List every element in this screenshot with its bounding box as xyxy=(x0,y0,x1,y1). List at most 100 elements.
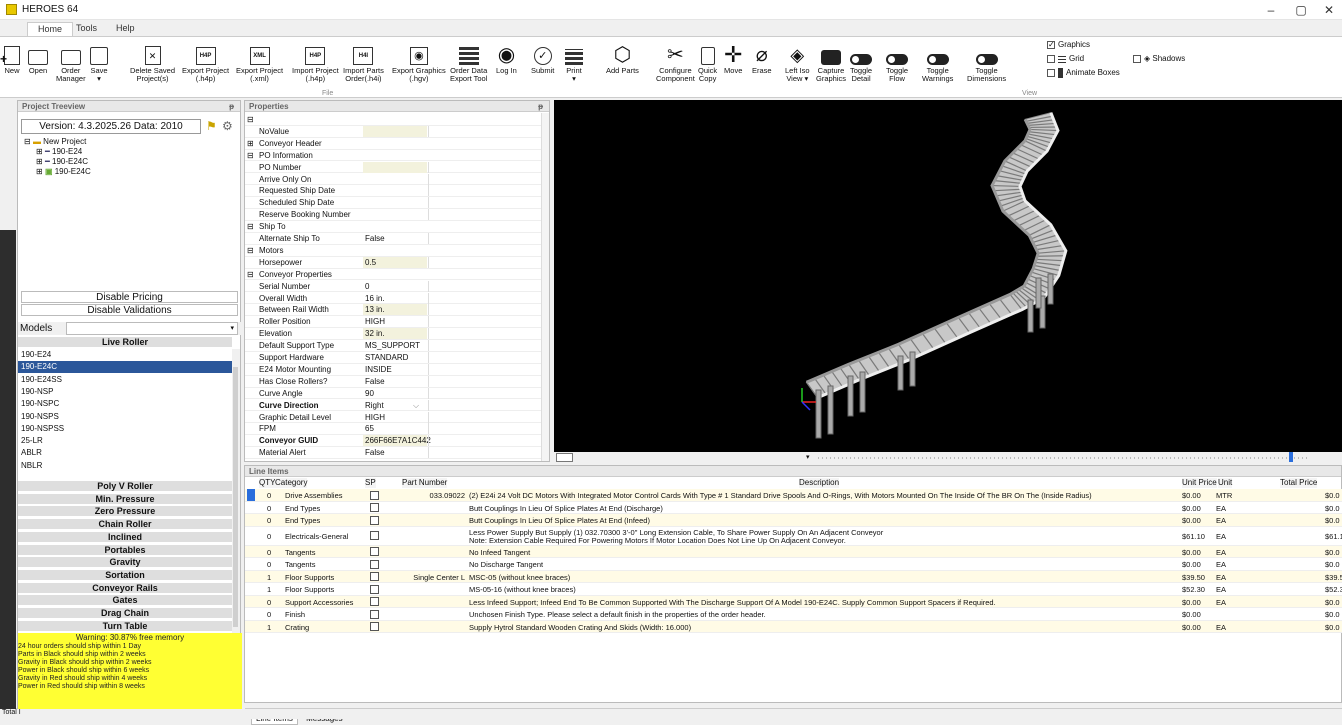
order-data-button[interactable]: Order Data Export Tool xyxy=(450,39,487,91)
property-value[interactable]: 0 xyxy=(363,281,427,292)
models-select[interactable]: ▾ xyxy=(66,322,238,335)
property-row[interactable]: Scheduled Ship Date xyxy=(245,197,541,209)
property-value[interactable] xyxy=(363,162,427,173)
tree-node[interactable]: ⊞ ▣ 190-E24C xyxy=(36,167,91,177)
pin-icon[interactable]: ᵽ xyxy=(229,101,234,112)
property-row[interactable]: ⊟Conveyor Properties xyxy=(245,269,541,281)
flag-icon[interactable]: ⚑ xyxy=(206,119,217,133)
property-row[interactable]: Support HardwareSTANDARD xyxy=(245,352,541,364)
property-value[interactable]: STANDARD xyxy=(363,352,427,363)
sp-checkbox[interactable] xyxy=(370,531,379,540)
property-row[interactable]: Material AlertFalse xyxy=(245,447,541,459)
property-value[interactable]: False xyxy=(363,376,427,387)
model-item[interactable]: 190-NSPS xyxy=(18,411,232,423)
property-value[interactable]: HIGH xyxy=(363,316,427,327)
line-item-row[interactable]: 0Electricals-GeneralLess Power Supply Bu… xyxy=(245,527,1342,546)
graphics-viewport[interactable] xyxy=(554,100,1342,452)
col-part-number[interactable]: Part Number xyxy=(402,478,447,488)
property-row[interactable]: Arrive Only On xyxy=(245,174,541,186)
property-value[interactable]: MS_SUPPORT xyxy=(363,340,427,351)
row-selector[interactable] xyxy=(247,489,255,501)
new-button[interactable]: +New xyxy=(4,39,20,91)
model-category[interactable]: Gravity xyxy=(18,557,232,568)
disable-pricing-button[interactable]: Disable Pricing xyxy=(21,291,238,303)
property-row[interactable]: FPM65 xyxy=(245,423,541,435)
property-value[interactable]: False xyxy=(363,233,427,244)
col-sp[interactable]: SP xyxy=(365,478,376,488)
col-total-price[interactable]: Total Price xyxy=(1280,478,1317,488)
property-value[interactable] xyxy=(363,126,427,137)
sp-checkbox[interactable] xyxy=(370,491,379,500)
settings-icon[interactable]: ⚙ xyxy=(222,119,233,133)
property-value[interactable] xyxy=(363,197,427,208)
capture-button[interactable]: Capture Graphics xyxy=(816,39,846,91)
shadows-checkbox[interactable]: ◈ Shadows xyxy=(1133,54,1185,63)
add-parts-button[interactable]: ⬡Add Parts xyxy=(606,39,639,91)
maximize-button[interactable]: ▢ xyxy=(1290,1,1312,19)
model-item[interactable]: 190-E24SS xyxy=(18,374,232,386)
grid-checkbox[interactable]: Grid xyxy=(1047,54,1084,63)
model-category[interactable]: Turn Table xyxy=(18,621,232,632)
model-item[interactable]: 190-NSPC xyxy=(18,398,232,410)
property-value[interactable]: 16 in. xyxy=(363,293,427,304)
property-row[interactable]: Graphic Detail LevelHIGH xyxy=(245,412,541,424)
configure-button[interactable]: ✂Configure Component xyxy=(656,39,695,91)
tree-node[interactable]: ⊞ ━ 190-E24C xyxy=(36,157,88,167)
chevron-down-icon[interactable]: ▾ xyxy=(806,453,810,461)
sp-checkbox[interactable] xyxy=(370,516,379,525)
property-row[interactable]: NoValue xyxy=(245,126,541,138)
property-row[interactable]: Requested Ship Date xyxy=(245,185,541,197)
property-row[interactable]: ⊟Ship To xyxy=(245,221,541,233)
property-value[interactable]: HIGH xyxy=(363,412,427,423)
model-category[interactable]: Conveyor Rails xyxy=(18,583,232,594)
property-row[interactable]: ⊟Motors xyxy=(245,245,541,257)
sp-checkbox[interactable] xyxy=(370,572,379,581)
save-button[interactable]: Save ▾ xyxy=(90,39,108,91)
close-button[interactable]: ✕ xyxy=(1318,1,1340,19)
log-in-button[interactable]: ◉Log In xyxy=(496,39,517,91)
model-category[interactable]: Zero Pressure xyxy=(18,506,232,517)
model-category[interactable]: Inclined xyxy=(18,532,232,543)
property-row[interactable]: Default Support TypeMS_SUPPORT xyxy=(245,340,541,352)
expand-icon[interactable]: ⊟ xyxy=(247,150,254,161)
order-button[interactable]: Order Manager xyxy=(56,39,86,91)
move-button[interactable]: ✛Move xyxy=(724,39,742,91)
property-value[interactable]: 90 xyxy=(363,388,427,399)
col-unit-price[interactable]: Unit Price xyxy=(1182,478,1217,488)
property-row[interactable]: Has Close Rollers?False xyxy=(245,376,541,388)
property-row[interactable]: Roller PositionHIGH xyxy=(245,316,541,328)
property-row[interactable]: Between Rail Width13 in. xyxy=(245,304,541,316)
tab-help[interactable]: Help xyxy=(106,22,145,36)
property-row[interactable]: ⊟ xyxy=(245,114,541,126)
line-item-row[interactable]: 1CratingSupply Hytrol Standard Wooden Cr… xyxy=(245,621,1342,634)
property-row[interactable]: Overall Width16 in. xyxy=(245,293,541,305)
property-value[interactable] xyxy=(363,209,427,220)
models-scrollbar[interactable] xyxy=(232,349,240,633)
expand-icon[interactable]: ⊟ xyxy=(247,114,254,125)
property-row[interactable]: Reserve Booking Number xyxy=(245,209,541,221)
zoom-slider-handle[interactable] xyxy=(1289,452,1293,462)
expand-icon[interactable]: ⊟ xyxy=(247,269,254,280)
sp-checkbox[interactable] xyxy=(370,622,379,631)
model-category[interactable]: Min. Pressure xyxy=(18,494,232,505)
property-row[interactable]: Serial Number0 xyxy=(245,281,541,293)
property-row[interactable]: Curve Angle90 xyxy=(245,388,541,400)
col-description[interactable]: Description xyxy=(799,478,839,488)
property-value[interactable] xyxy=(363,174,427,185)
model-category[interactable]: Portables xyxy=(18,545,232,556)
tree-node[interactable]: ⊞ ━ 190-E24 xyxy=(36,147,82,157)
expand-icon[interactable]: ⊞ xyxy=(247,138,254,149)
line-item-row[interactable]: 0TangentsNo Discharge Tangent$0.00EA$0.0 xyxy=(245,558,1342,571)
tree-root[interactable]: ⊟ ▬ New Project xyxy=(24,137,86,147)
line-item-row[interactable]: 0End TypesButt Couplings In Lieu Of Spli… xyxy=(245,514,1342,527)
graphics-checkbox[interactable]: ✓Graphics xyxy=(1047,40,1090,49)
property-value[interactable] xyxy=(363,185,427,196)
model-category[interactable]: Gates xyxy=(18,595,232,606)
property-row[interactable]: Horsepower0.5 xyxy=(245,257,541,269)
model-category[interactable]: Sortation xyxy=(18,570,232,581)
view-selector[interactable] xyxy=(556,453,573,462)
property-value[interactable]: 13 in. xyxy=(363,304,427,315)
zoom-track[interactable] xyxy=(818,457,1308,459)
model-item[interactable]: NBLR xyxy=(18,460,232,472)
erase-button[interactable]: ⌀Erase xyxy=(752,39,772,91)
